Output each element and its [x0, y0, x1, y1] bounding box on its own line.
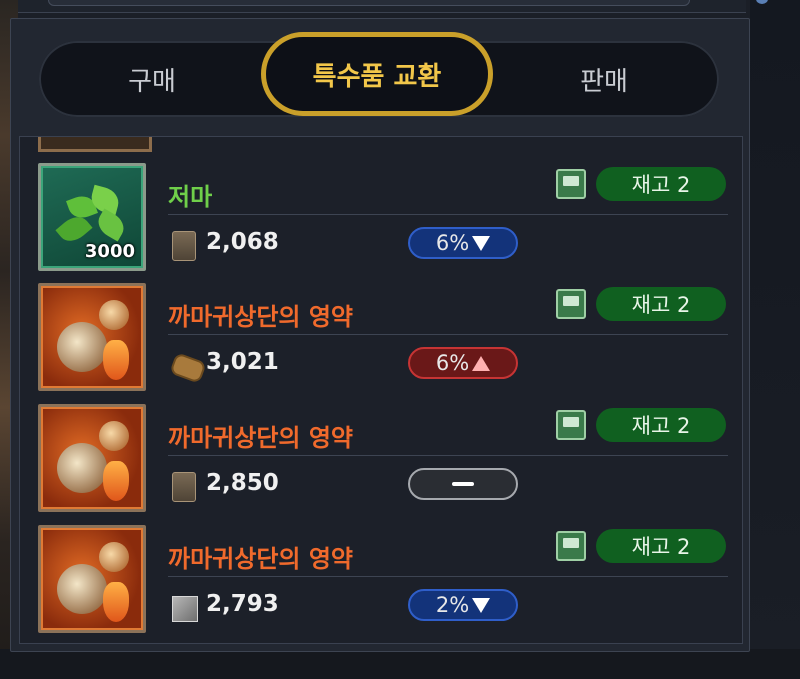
item-icon-elixir — [38, 404, 146, 512]
item-icon-elixir — [38, 525, 146, 633]
price-change-badge: 2% — [408, 589, 518, 621]
stock-badge: 재고 2 — [596, 529, 726, 563]
item-quantity: 3000 — [84, 241, 135, 262]
item-icon-ramie: 3000 — [38, 163, 146, 271]
item-name: 까마귀상단의 영약 — [168, 303, 353, 331]
list-item[interactable]: 까마귀상단의 영약 재고 2 3,021 6% — [20, 279, 742, 399]
item-icon-elixir — [38, 283, 146, 391]
tab-special-exchange[interactable]: 특수품 교환 — [261, 32, 493, 116]
item-list[interactable]: 3000 저마 재고 2 2,068 6% 까마귀상단의 영약 재고 2 3,0… — [19, 136, 743, 644]
orb-icon — [57, 322, 107, 372]
background-bottom — [0, 649, 800, 679]
cost-value: 2,068 — [206, 229, 279, 255]
stock-badge: 재고 2 — [596, 287, 726, 321]
top-strip — [18, 0, 768, 13]
arrow-down-icon — [472, 597, 491, 613]
arrow-down-icon — [472, 235, 491, 251]
leaf-icon — [93, 208, 129, 242]
ticket-icon — [556, 531, 586, 561]
orb-icon — [99, 421, 129, 451]
cost-value: 2,850 — [206, 470, 279, 496]
stone-icon — [172, 472, 196, 502]
row-divider — [168, 334, 728, 335]
trade-panel: 구매 판매 특수품 교환 3000 저마 재고 2 2,068 6% 까마귀상단… — [10, 18, 750, 652]
row-divider — [168, 214, 728, 215]
arrow-up-icon — [472, 355, 491, 371]
price-change-value: 6% — [435, 351, 470, 375]
row-divider — [168, 576, 728, 577]
orb-icon — [57, 443, 107, 493]
stock-badge: 재고 2 — [596, 167, 726, 201]
stone-icon — [172, 231, 196, 261]
flame-icon — [103, 461, 129, 501]
ticket-icon — [556, 169, 586, 199]
cost-value: 2,793 — [206, 591, 279, 617]
list-item[interactable]: 까마귀상단의 영약 재고 2 2,793 2% — [20, 521, 742, 641]
flame-icon — [103, 340, 129, 380]
tab-buy[interactable]: 구매 — [39, 41, 265, 117]
price-change-badge: 6% — [408, 227, 518, 259]
ticket-icon — [556, 410, 586, 440]
orb-icon — [99, 542, 129, 572]
partial-item-icon — [38, 137, 152, 152]
list-item[interactable]: 까마귀상단의 영약 재고 2 2,850 — [20, 400, 742, 520]
list-item[interactable]: 3000 저마 재고 2 2,068 6% — [20, 159, 742, 279]
background-right — [750, 0, 800, 679]
price-change-value: 2% — [435, 593, 470, 617]
log-icon — [169, 352, 207, 384]
ticket-icon — [556, 289, 586, 319]
item-name: 저마 — [168, 183, 213, 211]
item-name: 까마귀상단의 영약 — [168, 545, 353, 573]
orb-icon — [99, 300, 129, 330]
top-input-bar — [48, 0, 690, 6]
stock-badge: 재고 2 — [596, 408, 726, 442]
cost-value: 3,021 — [206, 349, 279, 375]
price-change-badge — [408, 468, 518, 500]
item-name: 까마귀상단의 영약 — [168, 424, 353, 452]
row-divider — [168, 455, 728, 456]
price-change-value: 6% — [435, 231, 470, 255]
dash-icon — [452, 482, 474, 486]
tab-bar: 구매 판매 특수품 교환 — [39, 32, 719, 117]
flame-icon — [103, 582, 129, 622]
orb-icon — [57, 564, 107, 614]
price-change-badge: 6% — [408, 347, 518, 379]
tab-sell[interactable]: 판매 — [491, 41, 717, 117]
box-icon — [172, 596, 198, 622]
